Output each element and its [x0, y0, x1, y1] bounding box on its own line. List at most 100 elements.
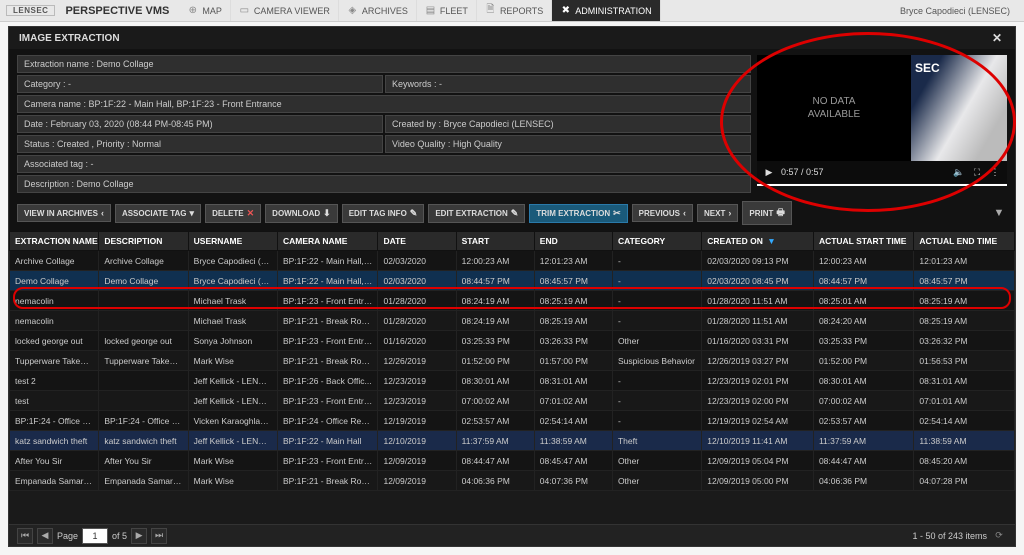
table-row[interactable]: locked george outlocked george outSonya …: [10, 331, 1015, 351]
table-cell: katz sandwich theft: [10, 431, 99, 451]
column-header[interactable]: CATEGORY: [612, 232, 701, 251]
nav-tab-fleet[interactable]: ▤FLEET: [417, 0, 477, 21]
table-cell: 08:44:47 AM: [456, 451, 534, 471]
table-cell: 12/09/2019: [378, 471, 456, 491]
table-cell: 08:44:57 PM: [813, 271, 913, 291]
nav-tab-map[interactable]: ⊕MAP: [179, 0, 231, 21]
delete-button[interactable]: DELETE✕: [205, 204, 261, 223]
volume-icon[interactable]: 🔈: [953, 166, 965, 178]
tab-icon: ⊕: [187, 5, 198, 16]
page-of: of 5: [112, 531, 127, 541]
table-cell: Suspicious Behavior: [612, 351, 701, 371]
edit-extraction-button[interactable]: EDIT EXTRACTION✎: [428, 204, 525, 223]
nav-tab-archives[interactable]: ◈ARCHIVES: [339, 0, 417, 21]
column-header[interactable]: ACTUAL START TIME: [813, 232, 913, 251]
table-row[interactable]: katz sandwich theftkatz sandwich theftJe…: [10, 431, 1015, 451]
brand-logo: LENSEC: [6, 5, 55, 16]
table-cell: 01/16/2020 03:31 PM: [702, 331, 814, 351]
nav-tab-administration[interactable]: ✖ADMINISTRATION: [552, 0, 660, 21]
table-cell: 12:00:23 AM: [813, 251, 913, 271]
table-row[interactable]: nemacolinMichael TraskBP:1F:23 - Front E…: [10, 291, 1015, 311]
table-row[interactable]: nemacolinMichael TraskBP:1F:21 - Break R…: [10, 311, 1015, 331]
table-cell: 08:44:47 AM: [813, 451, 913, 471]
sort-desc-icon: ▼: [767, 236, 775, 246]
window-header: IMAGE EXTRACTION ✕: [9, 27, 1015, 49]
play-icon[interactable]: ▶: [763, 166, 775, 178]
video-thumbnail: SEC: [911, 55, 1007, 161]
detail-panel: Extraction name : Demo Collage Category …: [17, 55, 751, 193]
table-row[interactable]: testJeff Kellick - LENSECBP:1F:23 - Fron…: [10, 391, 1015, 411]
fullscreen-icon[interactable]: ⛶: [971, 166, 983, 178]
tab-icon: ▭: [239, 5, 250, 16]
column-header[interactable]: START: [456, 232, 534, 251]
table-cell: Michael Trask: [188, 291, 277, 311]
page-input[interactable]: [82, 528, 108, 544]
table-cell: [99, 371, 188, 391]
column-header[interactable]: USERNAME: [188, 232, 277, 251]
nav-tab-camera-viewer[interactable]: ▭CAMERA VIEWER: [231, 0, 339, 21]
table-cell: 08:25:19 AM: [534, 311, 612, 331]
previous-button[interactable]: PREVIOUS‹: [632, 204, 693, 222]
column-header[interactable]: END: [534, 232, 612, 251]
column-header[interactable]: EXTRACTION NAME: [10, 232, 99, 251]
table-cell: -: [612, 271, 701, 291]
table-cell: 12/19/2019 02:54 AM: [702, 411, 814, 431]
next-button[interactable]: NEXT›: [697, 204, 738, 222]
column-header[interactable]: DESCRIPTION: [99, 232, 188, 251]
table-cell: 08:31:01 AM: [914, 371, 1015, 391]
scissors-icon: ✂: [613, 208, 621, 219]
next-page-button[interactable]: ▶: [131, 528, 147, 544]
table-cell: 08:30:01 AM: [456, 371, 534, 391]
print-button[interactable]: PRINT🖶: [742, 201, 792, 225]
nav-tab-reports[interactable]: 🗎REPORTS: [477, 0, 552, 21]
close-icon[interactable]: ✕: [989, 30, 1005, 46]
first-page-button[interactable]: ⏮: [17, 528, 33, 544]
field-description: Description : Demo Collage: [17, 175, 751, 193]
table-row[interactable]: Tupperware TakedownTupperware TakedownMa…: [10, 351, 1015, 371]
table-row[interactable]: Empanada SamaritanEmpanada SamaritanMark…: [10, 471, 1015, 491]
table-cell: 08:24:19 AM: [456, 291, 534, 311]
more-icon[interactable]: ⋮: [989, 166, 1001, 178]
column-header[interactable]: CAMERA NAME: [277, 232, 377, 251]
edit-tag-info-button[interactable]: EDIT TAG INFO✎: [342, 204, 425, 223]
table-row[interactable]: After You SirAfter You SirMark WiseBP:1F…: [10, 451, 1015, 471]
download-button[interactable]: DOWNLOAD⬇: [265, 204, 338, 223]
table-cell: 12/09/2019 05:04 PM: [702, 451, 814, 471]
table-cell: 07:00:02 AM: [813, 391, 913, 411]
print-icon: 🖶: [776, 205, 785, 221]
video-panel: NO DATAAVAILABLE SEC ▶ 0:57 / 0:57 🔈 ⛶ ⋮: [757, 55, 1007, 193]
table-row[interactable]: BP:1F:24 - Office Rear...BP:1F:24 - Offi…: [10, 411, 1015, 431]
table-cell: BP:1F:24 - Office Rear...: [10, 411, 99, 431]
column-header[interactable]: CREATED ON ▼: [702, 232, 814, 251]
prev-page-button[interactable]: ◀: [37, 528, 53, 544]
table-row[interactable]: Archive CollageArchive CollageBryce Capo…: [10, 251, 1015, 271]
field-camera-name: Camera name : BP:1F:22 - Main Hall, BP:1…: [17, 95, 751, 113]
view-in-archives-button[interactable]: VIEW IN ARCHIVES‹: [17, 204, 111, 222]
table-cell: 02:54:14 AM: [914, 411, 1015, 431]
table-cell: -: [612, 251, 701, 271]
associate-tag-button[interactable]: ASSOCIATE TAG▾: [115, 204, 201, 223]
table-cell: 08:45:57 PM: [534, 271, 612, 291]
table-cell: 12/26/2019 03:27 PM: [702, 351, 814, 371]
table-cell: 12:01:23 AM: [534, 251, 612, 271]
column-header[interactable]: DATE: [378, 232, 456, 251]
refresh-icon[interactable]: ⟳: [991, 528, 1007, 544]
filter-icon[interactable]: ▼: [991, 205, 1007, 221]
table-cell: 01:57:00 PM: [534, 351, 612, 371]
table-cell: 12/09/2019: [378, 451, 456, 471]
video-progress[interactable]: [757, 184, 1007, 186]
chevron-down-icon: ▾: [190, 208, 195, 219]
table-cell: 01/28/2020 11:51 AM: [702, 311, 814, 331]
chevron-left-icon: ‹: [683, 208, 686, 218]
trim-extraction-button[interactable]: TRIM EXTRACTION✂: [529, 204, 627, 223]
table-row[interactable]: test 2Jeff Kellick - LENSECBP:1F:26 - Ba…: [10, 371, 1015, 391]
table-cell: nemacolin: [10, 291, 99, 311]
field-associated-tag: Associated tag : -: [17, 155, 751, 173]
table-row[interactable]: Demo CollageDemo CollageBryce Capodieci …: [10, 271, 1015, 291]
last-page-button[interactable]: ⏭: [151, 528, 167, 544]
video-area[interactable]: NO DATAAVAILABLE SEC: [757, 55, 1007, 161]
column-header[interactable]: ACTUAL END TIME: [914, 232, 1015, 251]
table-cell: 12/10/2019: [378, 431, 456, 451]
table-cell: Vicken Karaoghlanian...: [188, 411, 277, 431]
table-cell: [99, 291, 188, 311]
